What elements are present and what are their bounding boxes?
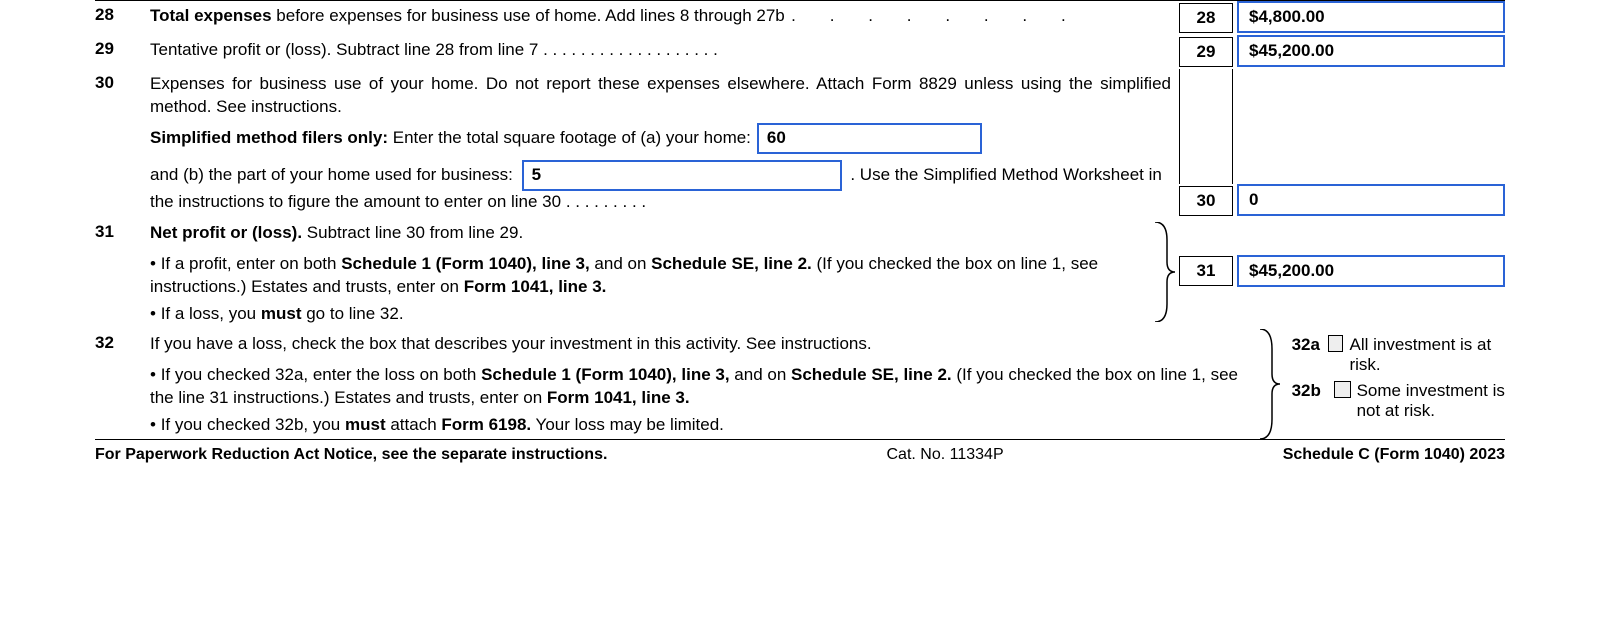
- checkbox-32a[interactable]: [1328, 335, 1343, 352]
- home-sqft-input[interactable]: 60: [757, 123, 982, 154]
- line-28-number: 28: [95, 1, 150, 25]
- line-32-text: If you have a loss, check the box that d…: [150, 329, 1254, 439]
- option-32a: 32a All investment is at risk.: [1292, 335, 1505, 375]
- form-id: Schedule C (Form 1040) 2023: [1283, 446, 1505, 464]
- line-31-bullet-profit: If a profit, enter on both Schedule 1 (F…: [150, 253, 1141, 299]
- line-29-row: 29 Tentative profit or (loss). Subtract …: [95, 35, 1505, 69]
- line-31-box-num: 31: [1179, 256, 1233, 286]
- line-31-value[interactable]: $45,200.00: [1237, 255, 1505, 287]
- line-29-box-num: 29: [1179, 37, 1233, 67]
- option-32b: 32b Some investment is not at risk.: [1292, 381, 1505, 421]
- line-29-text: Tentative profit or (loss). Subtract lin…: [150, 35, 1179, 62]
- line-31-number: 31: [95, 218, 150, 326]
- catalog-number: Cat. No. 11334P: [887, 446, 1004, 464]
- line-32-bullet-32b: If you checked 32b, you must attach Form…: [150, 414, 1246, 437]
- line-30-number: 30: [95, 69, 150, 218]
- line-30-row: 30 Expenses for business use of your hom…: [95, 69, 1505, 218]
- schedule-c-section: 28 Total expenses before expenses for bu…: [0, 0, 1600, 464]
- line-31-row: 31 Net profit or (loss). Subtract line 3…: [95, 218, 1505, 326]
- line-29-number: 29: [95, 35, 150, 59]
- brace-icon: [1149, 218, 1179, 326]
- line-28-value[interactable]: $4,800.00: [1237, 1, 1505, 33]
- paperwork-notice: For Paperwork Reduction Act Notice, see …: [95, 446, 607, 464]
- line-32-number: 32: [95, 329, 150, 439]
- checkbox-32b[interactable]: [1334, 381, 1351, 398]
- line-28-box-num: 28: [1179, 3, 1233, 33]
- line-32-row: 32 If you have a loss, check the box tha…: [95, 329, 1505, 439]
- line-28-text: Total expenses before expenses for busin…: [150, 1, 1179, 28]
- line-30-box-num: 30: [1179, 186, 1233, 216]
- line-30-text: Expenses for business use of your home. …: [150, 69, 1179, 218]
- line-28-row: 28 Total expenses before expenses for bu…: [95, 1, 1505, 35]
- line-31-text: Net profit or (loss). Subtract line 30 f…: [150, 218, 1149, 326]
- line-29-value[interactable]: $45,200.00: [1237, 35, 1505, 67]
- form-footer: For Paperwork Reduction Act Notice, see …: [95, 440, 1505, 464]
- line-30-value[interactable]: 0: [1237, 184, 1505, 216]
- brace-icon: [1254, 329, 1284, 439]
- line-31-bullet-loss: If a loss, you must go to line 32.: [150, 303, 1141, 326]
- line-32-bullet-32a: If you checked 32a, enter the loss on bo…: [150, 364, 1246, 410]
- business-sqft-input[interactable]: 5: [522, 160, 842, 191]
